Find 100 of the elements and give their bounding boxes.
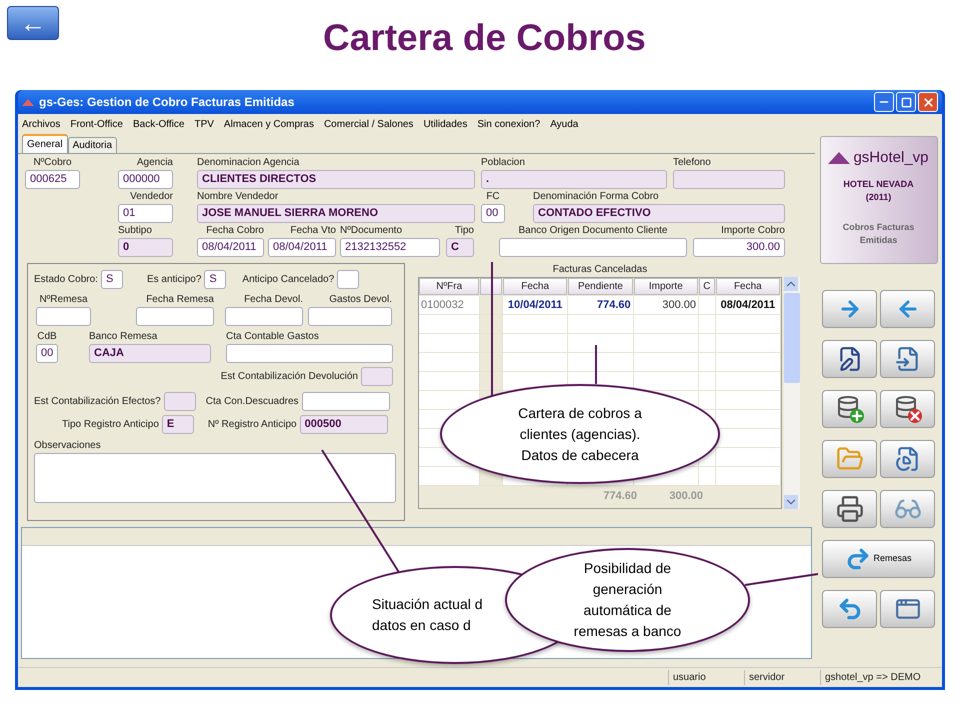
input-field[interactable]	[337, 270, 360, 289]
table-cell	[568, 353, 634, 372]
readonly-field[interactable]	[361, 367, 393, 386]
table-cell: 774.60	[568, 296, 634, 315]
column-header[interactable]: Fecha	[716, 278, 780, 295]
input-field[interactable]: 08/04/2011	[268, 238, 336, 257]
field-label: Tipo Registro Anticipo	[62, 418, 159, 432]
table-cell	[699, 334, 716, 353]
menu-item[interactable]: Almacen y Compras	[224, 116, 314, 132]
field-label: Agencia	[136, 156, 173, 170]
toolbar-button[interactable]	[880, 340, 935, 378]
hotel-name: HOTEL NEVADA	[843, 178, 914, 190]
input-field[interactable]	[136, 307, 214, 326]
input-field[interactable]	[499, 238, 687, 257]
field-label: Denominación Forma Cobro	[533, 190, 660, 204]
callout-text: Situación actual d	[372, 595, 483, 614]
callout-text: Cartera de cobros a	[518, 404, 642, 422]
toolbar-button[interactable]	[880, 390, 935, 428]
window-title: gs-Ges: Gestion de Cobro Facturas Emitidas	[39, 94, 294, 111]
menu-item[interactable]: TPV	[194, 116, 214, 132]
scroll-up-icon[interactable]	[784, 277, 798, 291]
table-cell	[699, 296, 716, 315]
toolbar-button[interactable]	[880, 590, 935, 628]
toolbar-button[interactable]	[822, 390, 877, 428]
readonly-field[interactable]: CLIENTES DIRECTOS	[197, 170, 475, 189]
printer-icon	[836, 495, 864, 523]
toolbar-button[interactable]	[880, 440, 935, 478]
input-field[interactable]: 300.00	[693, 238, 785, 257]
input-field[interactable]	[226, 344, 393, 363]
input-field[interactable]: 000625	[25, 170, 80, 189]
readonly-field[interactable]: JOSE MANUEL SIERRA MORENO	[197, 204, 475, 223]
input-field[interactable]: 00	[481, 204, 505, 223]
menu-item[interactable]: Utilidades	[423, 116, 468, 132]
table-cell	[502, 353, 568, 372]
callout-text: Datos de cabecera	[521, 446, 639, 464]
field-label: Tipo	[454, 224, 474, 238]
field-label: NºRemesa	[38, 293, 89, 307]
logo-name: gsHotel_vp	[853, 148, 929, 168]
app-icon	[22, 98, 34, 106]
table-cell	[699, 315, 716, 334]
menu-item[interactable]: Ayuda	[550, 116, 578, 132]
input-field[interactable]: 00	[36, 344, 58, 363]
readonly-field[interactable]: 000500	[300, 415, 388, 434]
status-text: usuario	[668, 670, 744, 685]
column-header[interactable]: Pendiente	[568, 278, 633, 295]
input-field[interactable]: 2132132552	[340, 238, 440, 257]
status-text: gshotel_vp => DEMO	[820, 670, 940, 685]
table-cell	[699, 353, 716, 372]
back-button[interactable]: ←	[7, 6, 59, 40]
input-field[interactable]: 000000	[118, 170, 173, 189]
readonly-field[interactable]: .	[481, 170, 667, 189]
readonly-field[interactable]: E	[162, 415, 194, 434]
table-cell	[634, 353, 699, 372]
readonly-field[interactable]	[164, 392, 196, 411]
column-header[interactable]: NºFra	[419, 278, 480, 295]
field-label: Anticipo Cancelado?	[242, 273, 334, 287]
menu-item[interactable]: Comercial / Salones	[324, 116, 414, 132]
close-icon	[922, 96, 934, 108]
menu-item[interactable]: Sin conexion?	[477, 116, 540, 132]
toolbar-button[interactable]	[822, 490, 877, 528]
scroll-down-icon[interactable]	[784, 495, 798, 509]
menu-item[interactable]: Archivos	[22, 116, 60, 132]
callout-text: generación	[592, 580, 662, 599]
close-button[interactable]	[918, 92, 938, 112]
readonly-field[interactable]: CONTADO EFECTIVO	[533, 204, 785, 223]
field-label: Fecha Cobro	[205, 224, 264, 238]
maximize-button[interactable]	[896, 92, 916, 112]
menu-item[interactable]: Back-Office	[132, 116, 184, 132]
input-field[interactable]	[225, 307, 303, 326]
readonly-field[interactable]: C	[446, 238, 474, 257]
tab[interactable]: General	[22, 134, 68, 153]
column-header[interactable]	[480, 278, 502, 295]
column-header[interactable]: C	[699, 278, 715, 295]
toolbar-button[interactable]	[822, 340, 877, 378]
input-field[interactable]	[302, 392, 390, 411]
input-field[interactable]: 01	[118, 204, 173, 223]
tab[interactable]: Auditoria	[68, 137, 118, 153]
column-header[interactable]: Fecha	[502, 278, 568, 295]
menu-item[interactable]: Front-Office	[70, 116, 123, 132]
table-cell	[634, 334, 699, 353]
input-field[interactable]	[36, 307, 91, 326]
field-label: Fecha Devol.	[243, 293, 303, 307]
notes-field[interactable]	[34, 453, 396, 503]
input-field[interactable]: S	[100, 270, 123, 289]
input-field[interactable]	[308, 307, 392, 326]
field-label: CdB	[36, 330, 58, 344]
table-cell	[699, 391, 716, 410]
readonly-field[interactable]: 0	[118, 238, 173, 257]
readonly-field[interactable]: CAJA	[89, 344, 211, 363]
column-header[interactable]: Importe	[634, 278, 698, 295]
callout-text: datos en caso d	[372, 616, 471, 635]
total-pendiente: 774.60	[602, 488, 637, 504]
table-cell: 10/04/2011	[502, 296, 568, 315]
readonly-field[interactable]	[673, 170, 785, 189]
scrollbar[interactable]	[784, 277, 800, 509]
table-cell	[480, 315, 503, 334]
input-field[interactable]: 08/04/2011	[197, 238, 264, 257]
input-field[interactable]: S	[204, 270, 226, 289]
remesas-button[interactable]: Remesas	[822, 540, 935, 578]
minimize-button[interactable]	[874, 92, 894, 112]
